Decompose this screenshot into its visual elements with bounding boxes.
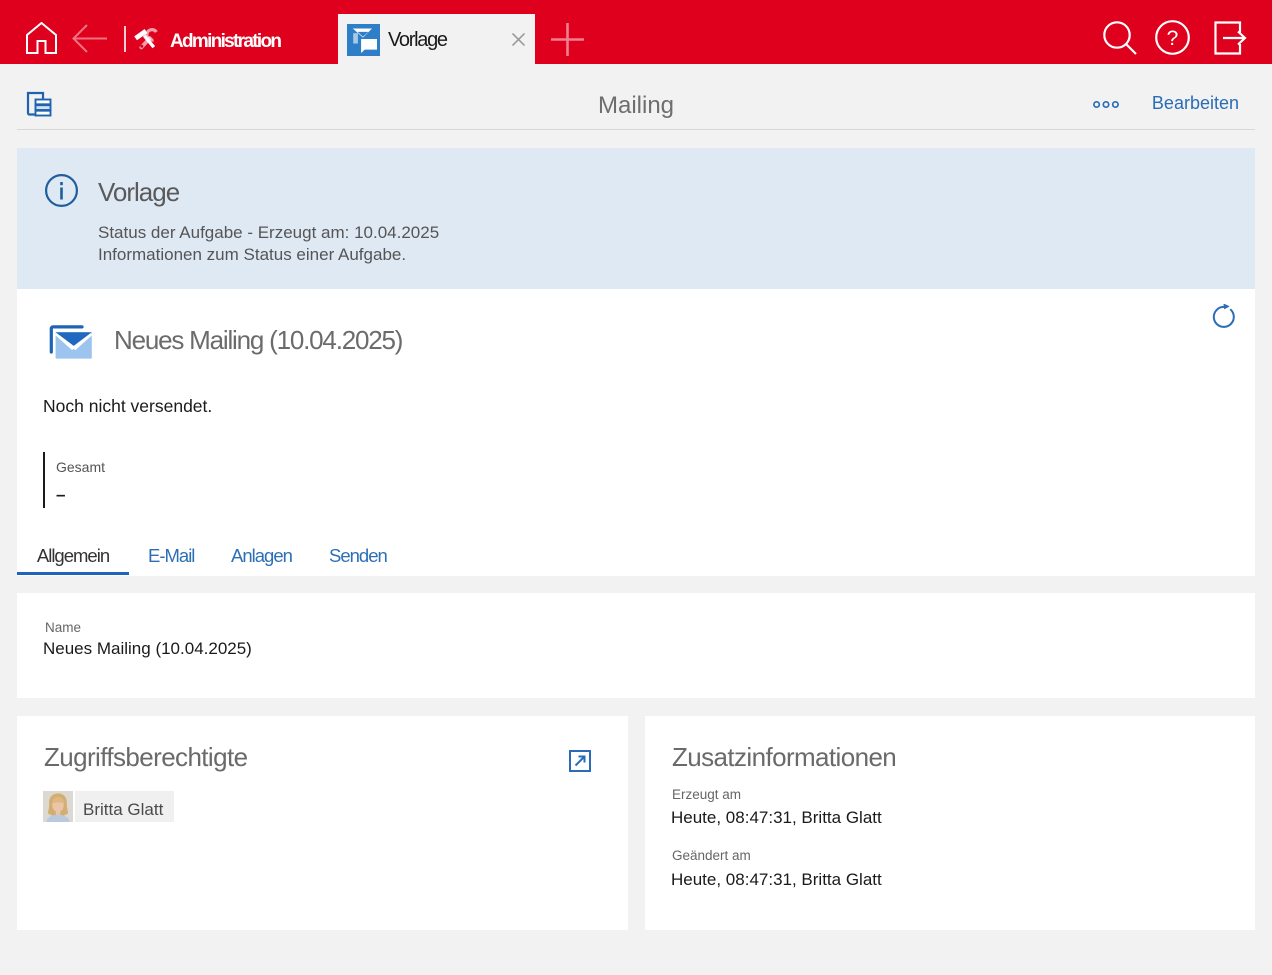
svg-text:?: ? (1167, 27, 1179, 50)
